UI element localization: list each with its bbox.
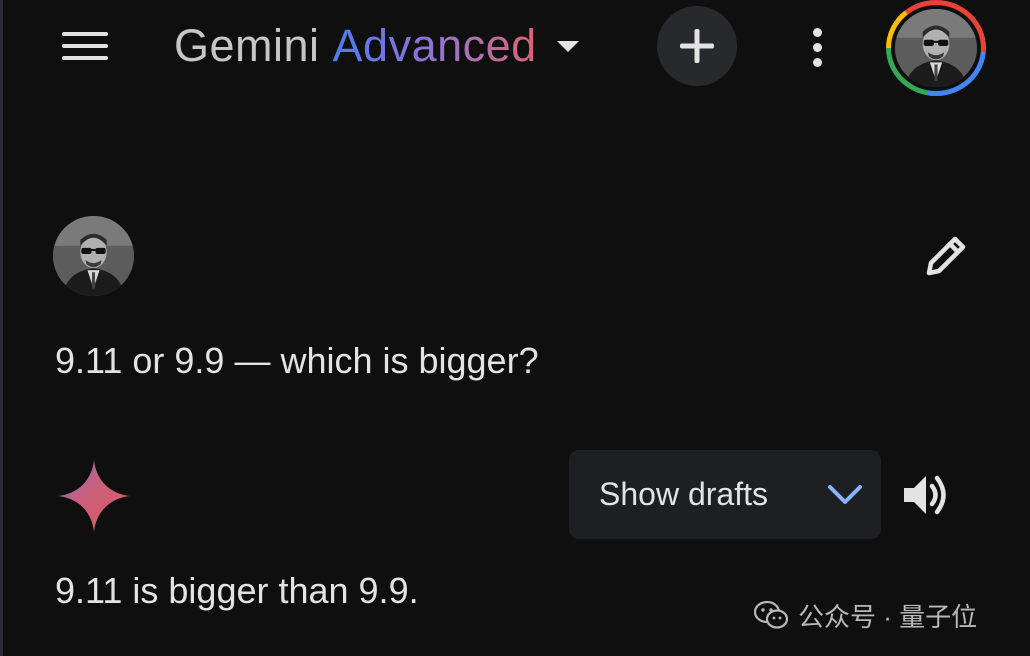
window-edge	[0, 0, 3, 656]
model-response-text: 9.11 is bigger than 9.9.	[55, 570, 419, 611]
app-title: Gemini	[174, 20, 320, 71]
model-selector[interactable]: Gemini Advanced	[174, 18, 579, 74]
account-button[interactable]	[886, 0, 986, 96]
account-avatar	[895, 9, 977, 87]
wechat-icon	[754, 600, 788, 629]
dropdown-arrow-icon	[556, 40, 579, 52]
hamburger-menu-icon-bar	[62, 44, 108, 48]
hamburger-menu-icon-bar	[62, 56, 108, 60]
app-title-tier: Advanced	[332, 20, 537, 71]
watermark: 公众号 · 量子位	[754, 597, 977, 633]
show-drafts-button[interactable]: Show drafts	[569, 450, 881, 539]
user-prompt-text: 9.11 or 9.9 — which is bigger?	[55, 340, 539, 381]
main-menu-button[interactable]	[62, 26, 116, 66]
pencil-icon	[926, 236, 966, 276]
more-vert-icon-dot	[812, 57, 822, 67]
more-options-button[interactable]	[800, 24, 834, 70]
edit-prompt-button[interactable]	[918, 228, 974, 284]
new-chat-button[interactable]	[657, 6, 737, 86]
read-aloud-button[interactable]	[896, 468, 956, 522]
gemini-sparkle-icon	[58, 460, 130, 532]
speaker-icon	[904, 475, 946, 515]
show-drafts-label: Show drafts	[599, 476, 768, 512]
more-vert-icon	[812, 27, 822, 37]
more-vert-icon-dot	[812, 42, 822, 52]
hamburger-menu-icon	[62, 32, 108, 36]
watermark-text: 公众号 · 量子位	[798, 601, 978, 632]
plus-icon	[680, 29, 714, 63]
chevron-down-icon	[828, 485, 862, 504]
user-avatar	[53, 216, 134, 296]
